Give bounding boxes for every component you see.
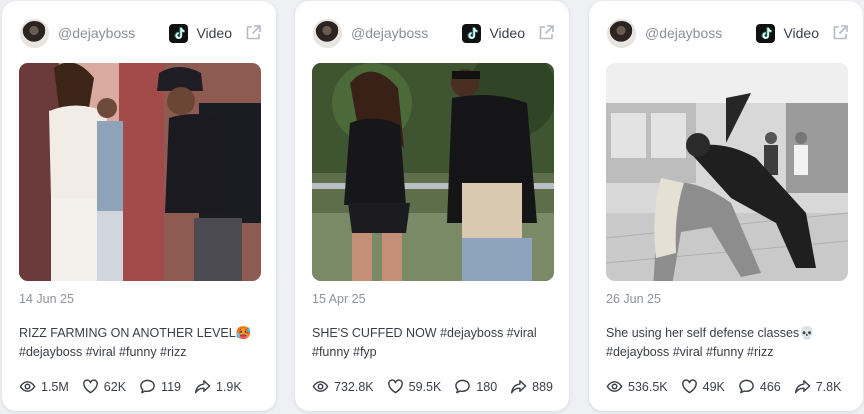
shares-stat: 7.8K	[794, 378, 842, 395]
views-count: 732.8K	[334, 379, 374, 394]
post-type: Video	[756, 23, 849, 43]
comments-count: 466	[759, 379, 781, 394]
eye-icon	[606, 381, 623, 392]
shares-count: 889	[532, 379, 554, 394]
avatar[interactable]	[607, 18, 636, 48]
tiktok-icon	[756, 23, 776, 43]
post-card[interactable]: @dejayboss Video	[295, 1, 569, 411]
post-stats: 1.5M 62K 119 1.9K	[19, 378, 266, 395]
post-date: 26 Jun 25	[606, 292, 661, 306]
eye-icon	[19, 381, 36, 392]
post-date: 15 Apr 25	[312, 292, 366, 306]
post-card[interactable]: @dejayboss Video	[2, 1, 276, 411]
views-stat: 536.5K	[606, 378, 668, 395]
post-caption: RIZZ FARMING ON ANOTHER LEVEL🥵 #dejaybos…	[19, 326, 252, 359]
author-handle[interactable]: @dejayboss	[58, 25, 135, 41]
shares-stat: 889	[510, 378, 553, 395]
comments-stat: 466	[738, 378, 781, 395]
post-type: Video	[462, 23, 555, 43]
card-header: @dejayboss Video	[607, 18, 849, 48]
comments-count: 119	[161, 379, 181, 394]
eye-icon	[312, 381, 329, 392]
external-link-icon[interactable]	[244, 24, 262, 42]
external-link-icon[interactable]	[537, 24, 555, 42]
post-type: Video	[169, 23, 262, 43]
post-stats: 732.8K 59.5K 180 889	[312, 378, 559, 395]
share-icon	[511, 380, 527, 394]
likes-count: 49K	[702, 379, 725, 394]
post-type-label: Video	[489, 25, 525, 41]
post-caption: She using her self defense classes💀 #dej…	[606, 326, 815, 359]
views-count: 1.5M	[41, 379, 69, 394]
video-thumbnail[interactable]	[312, 63, 554, 281]
post-stats: 536.5K 49K 466 7.8K	[606, 378, 853, 395]
shares-count: 7.8K	[815, 379, 842, 394]
post-type-label: Video	[783, 25, 819, 41]
views-stat: 1.5M	[19, 378, 69, 395]
likes-count: 59.5K	[408, 379, 442, 394]
shares-stat: 1.9K	[194, 378, 242, 395]
card-header: @dejayboss Video	[313, 18, 555, 48]
external-link-icon[interactable]	[831, 24, 849, 42]
comment-icon	[455, 379, 471, 394]
tiktok-icon	[462, 23, 482, 43]
post-card[interactable]: @dejayboss Video	[589, 1, 863, 411]
post-date: 14 Jun 25	[19, 292, 74, 306]
comment-icon	[739, 379, 754, 394]
post-caption: SHE'S CUFFED NOW #dejayboss #viral #funn…	[312, 326, 537, 359]
video-thumbnail[interactable]	[19, 63, 261, 281]
comments-stat: 119	[139, 378, 181, 395]
likes-stat: 59.5K	[387, 378, 442, 395]
likes-count: 62K	[103, 379, 127, 394]
likes-stat: 62K	[82, 378, 126, 395]
card-header: @dejayboss Video	[20, 18, 262, 48]
video-thumbnail[interactable]	[606, 63, 848, 281]
share-icon	[794, 380, 811, 394]
post-type-label: Video	[196, 25, 232, 41]
views-count: 536.5K	[628, 379, 668, 394]
shares-count: 1.9K	[215, 379, 242, 394]
comments-stat: 180	[454, 378, 497, 395]
heart-icon	[82, 379, 98, 394]
views-stat: 732.8K	[312, 378, 374, 395]
comment-icon	[140, 379, 155, 394]
likes-stat: 49K	[681, 378, 725, 395]
heart-icon	[387, 379, 403, 394]
comments-count: 180	[476, 379, 498, 394]
heart-icon	[681, 379, 697, 394]
tiktok-icon	[169, 23, 189, 43]
author-handle[interactable]: @dejayboss	[645, 25, 722, 41]
author-handle[interactable]: @dejayboss	[351, 25, 428, 41]
avatar[interactable]	[20, 18, 49, 48]
avatar[interactable]	[313, 18, 342, 48]
share-icon	[194, 380, 211, 394]
